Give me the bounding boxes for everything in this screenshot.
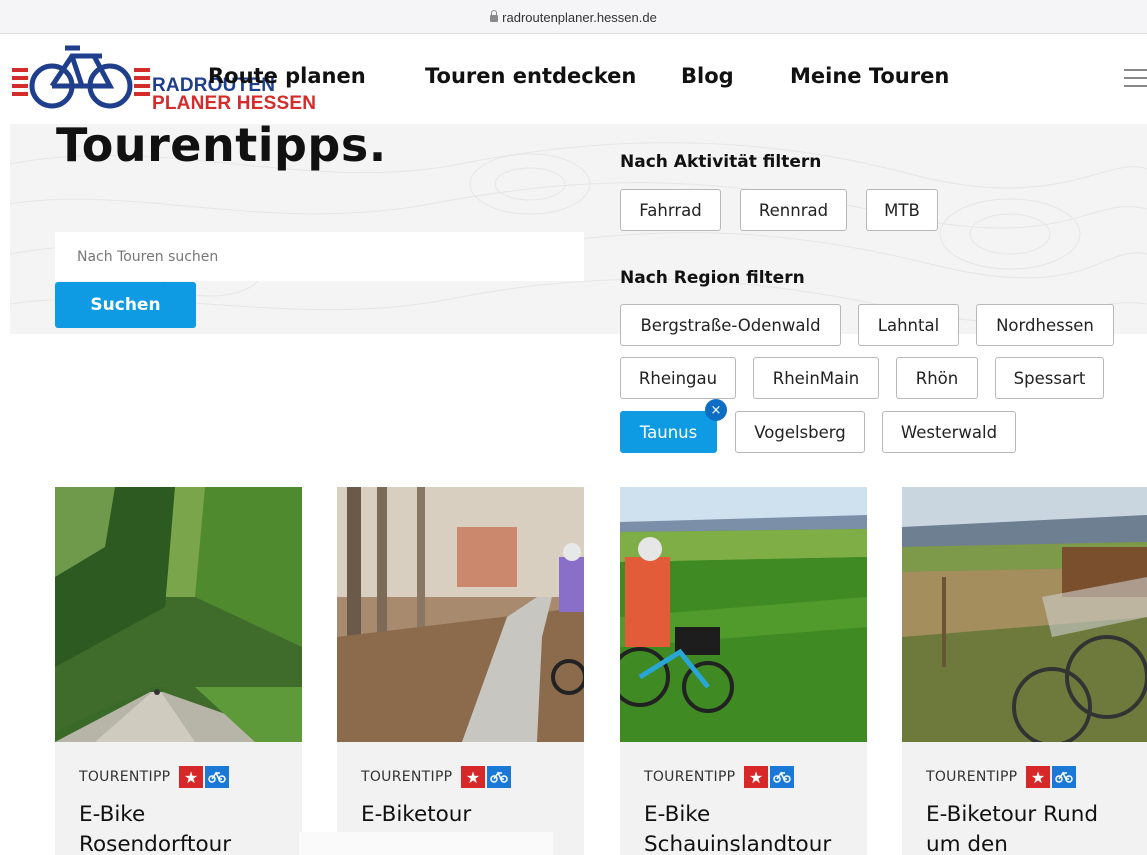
filter-chip-vogelsberg[interactable]: Vogelsberg bbox=[735, 411, 865, 453]
card-title: E-Bike Rosendorftour bbox=[79, 802, 232, 855]
url-text: radroutenplaner.hessen.de bbox=[502, 10, 657, 25]
card-title: E-Bike Schauinslandtour bbox=[644, 802, 832, 855]
logo-line-2: PLANER HESSEN bbox=[152, 93, 317, 114]
bicycle-icon bbox=[205, 766, 229, 788]
card-label: TOURENTIPP bbox=[644, 769, 736, 785]
tour-photo-woodland-cyclist bbox=[337, 487, 584, 742]
filter-chip-mtb[interactable]: MTB bbox=[866, 189, 938, 231]
filter-chip-rhoen[interactable]: Rhön bbox=[896, 357, 978, 399]
tour-photo-forest-path bbox=[55, 487, 302, 742]
tour-card-3[interactable]: TOURENTIPP ★ E-Bike Schauinslandtour bbox=[620, 487, 867, 855]
bicycle-icon bbox=[770, 766, 794, 788]
nav-meine-touren[interactable]: Meine Touren bbox=[790, 64, 949, 88]
nav-touren-entdecken[interactable]: Touren entdecken bbox=[425, 64, 636, 88]
filter-chip-spessart[interactable]: Spessart bbox=[995, 357, 1104, 399]
card-label: TOURENTIPP bbox=[361, 769, 453, 785]
tour-card-2[interactable]: TOURENTIPP ★ E-Biketour Usatal/Köpperner bbox=[337, 487, 584, 855]
browser-url-bar[interactable]: radroutenplaner.hessen.de bbox=[0, 0, 1147, 34]
tour-card-1[interactable]: TOURENTIPP ★ E-Bike Rosendorftour bbox=[55, 487, 302, 855]
partial-overlay bbox=[299, 832, 553, 855]
page-title: Tourentipps. bbox=[56, 118, 387, 172]
star-icon: ★ bbox=[461, 766, 485, 788]
star-icon: ★ bbox=[744, 766, 768, 788]
star-icon: ★ bbox=[1026, 766, 1050, 788]
menu-hamburger-icon[interactable] bbox=[1124, 69, 1147, 87]
main-navbar: RADROUTEN PLANER HESSEN Route planen Tou… bbox=[0, 34, 1147, 124]
filter-chip-rheingau[interactable]: Rheingau bbox=[620, 357, 736, 399]
filter-chip-lahntal[interactable]: Lahntal bbox=[858, 304, 959, 346]
filter-chip-taunus-active[interactable]: Taunus bbox=[620, 411, 717, 453]
lock-icon bbox=[490, 10, 499, 22]
card-title: E-Biketour Rund um den bbox=[926, 802, 1098, 855]
remove-filter-close-icon[interactable]: × bbox=[705, 399, 727, 421]
filter-chip-rennrad[interactable]: Rennrad bbox=[740, 189, 847, 231]
bicycle-logo-icon bbox=[12, 45, 150, 109]
card-label: TOURENTIPP bbox=[79, 769, 171, 785]
filter-chip-rheinmain[interactable]: RheinMain bbox=[753, 357, 879, 399]
filter-chip-bergstrasse-odenwald[interactable]: Bergstraße-Odenwald bbox=[620, 304, 841, 346]
tour-photo-bikes-bench bbox=[902, 487, 1147, 742]
filter-chip-fahrrad[interactable]: Fahrrad bbox=[620, 189, 721, 231]
region-filter-heading: Nach Region filtern bbox=[620, 268, 805, 288]
search-button[interactable]: Suchen bbox=[55, 282, 196, 328]
bicycle-icon bbox=[1052, 766, 1076, 788]
nav-route-planen[interactable]: Route planen bbox=[208, 64, 366, 88]
tour-photo-fields-cyclist bbox=[620, 487, 867, 742]
filter-chip-nordhessen[interactable]: Nordhessen bbox=[976, 304, 1114, 346]
star-icon: ★ bbox=[179, 766, 203, 788]
tour-search-input[interactable] bbox=[55, 232, 584, 281]
card-label: TOURENTIPP bbox=[926, 769, 1018, 785]
activity-filter-heading: Nach Aktivität filtern bbox=[620, 152, 822, 172]
nav-blog[interactable]: Blog bbox=[681, 64, 734, 88]
tour-card-4[interactable]: TOURENTIPP ★ E-Biketour Rund um den bbox=[902, 487, 1147, 855]
bicycle-icon bbox=[487, 766, 511, 788]
filter-chip-westerwald[interactable]: Westerwald bbox=[882, 411, 1016, 453]
url-display[interactable]: radroutenplaner.hessen.de bbox=[0, 10, 1147, 25]
